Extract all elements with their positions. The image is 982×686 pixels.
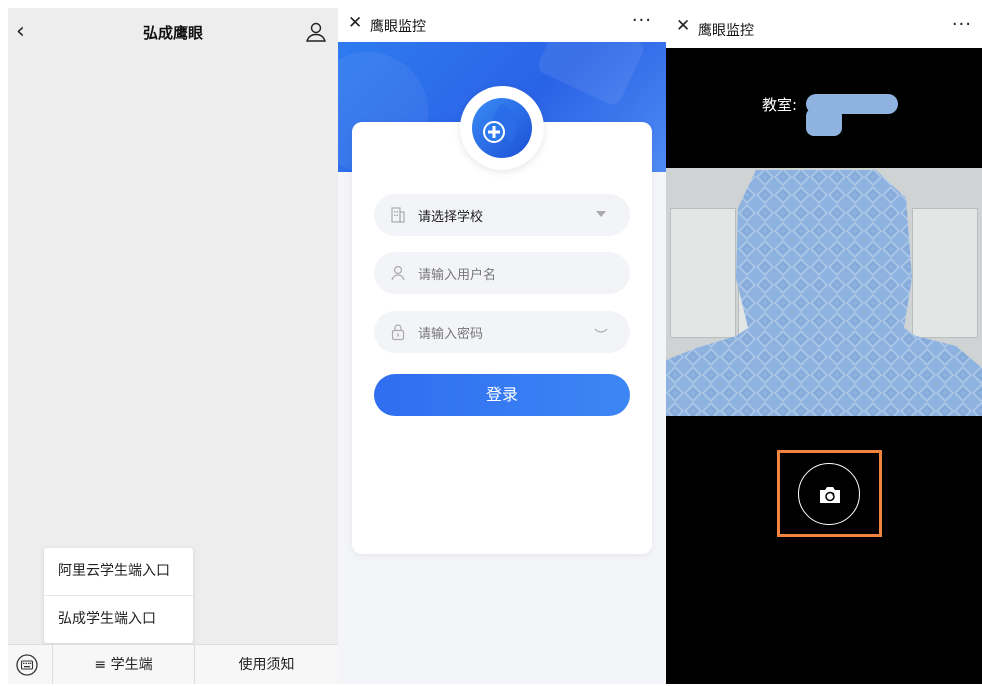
keyboard-icon[interactable] — [16, 654, 38, 676]
more-icon[interactable]: ··· — [952, 14, 972, 35]
login-button[interactable]: 登录 — [374, 374, 630, 416]
camera-preview — [666, 168, 982, 416]
menu-item-aliyun-student[interactable]: 阿里云学生端入口 — [44, 548, 193, 595]
school-select-label: 请选择学校 — [418, 210, 484, 225]
page-title: 弘成鹰眼 — [142, 24, 203, 42]
top-bar: ✕ 鹰眼监控 ··· — [338, 8, 666, 42]
password-placeholder: 请输入密码 — [418, 327, 484, 342]
classroom-label: 教室: — [762, 96, 798, 114]
username-placeholder: 请输入用户名 — [418, 268, 497, 283]
login-screen: ✕ 鹰眼监控 ··· 请选择学校 请输入用户名 请输入密码 登录 — [338, 8, 666, 684]
tab-student[interactable]: ≡ 学生端 — [52, 645, 194, 684]
tab-usage-notice[interactable]: 使用须知 — [194, 645, 338, 684]
username-field[interactable]: 请输入用户名 — [374, 252, 630, 294]
user-profile-icon[interactable] — [304, 20, 328, 44]
lock-icon — [391, 324, 405, 341]
switch-camera-icon — [820, 487, 840, 503]
page-title: 鹰眼监控 — [698, 23, 754, 39]
page-title: 鹰眼监控 — [370, 19, 426, 35]
wechat-menu-screen: ‹ 弘成鹰眼 阿里云学生端入口 弘成学生端入口 ≡ 学生端 使用须知 — [8, 8, 338, 684]
redaction-mark — [806, 108, 842, 136]
camera-capture-screen: ✕ 鹰眼监控 ··· 教室: — [666, 8, 982, 684]
eagle-eye-logo-icon — [472, 98, 532, 158]
close-icon[interactable]: ✕ — [676, 16, 690, 36]
redacted-person-silhouette — [666, 170, 982, 416]
top-bar: ✕ 鹰眼监控 ··· — [666, 8, 982, 48]
capture-highlight-box — [777, 450, 882, 537]
close-icon[interactable]: ✕ — [348, 13, 362, 33]
building-icon — [391, 207, 405, 223]
more-icon[interactable]: ··· — [632, 10, 652, 31]
school-select[interactable]: 请选择学校 — [374, 194, 630, 236]
student-entry-menu: 阿里云学生端入口 弘成学生端入口 — [44, 548, 193, 643]
password-field[interactable]: 请输入密码 — [374, 311, 630, 353]
user-icon — [391, 265, 405, 281]
app-logo — [460, 86, 544, 170]
dropdown-arrow-icon — [596, 211, 606, 217]
menu-item-hongcheng-student[interactable]: 弘成学生端入口 — [44, 595, 193, 642]
bottom-menu-bar: ≡ 学生端 使用须知 — [8, 644, 338, 684]
hide-password-icon[interactable] — [594, 327, 608, 335]
capture-button[interactable] — [798, 463, 860, 525]
banner-decoration — [535, 42, 647, 108]
top-bar: ‹ 弘成鹰眼 — [8, 8, 338, 56]
